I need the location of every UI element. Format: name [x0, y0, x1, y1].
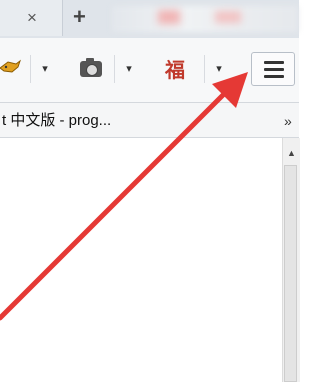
annotation-arrow — [0, 72, 248, 321]
arrow-shaft — [0, 89, 229, 321]
